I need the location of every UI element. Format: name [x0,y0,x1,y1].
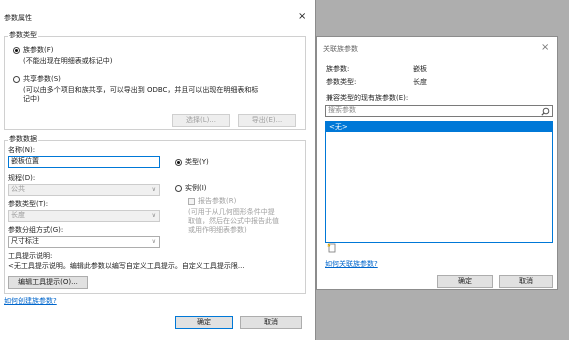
parameter-properties-dialog: 参数属性 × 参数类型 族参数(F) (不能出现在明细表或标记中) 共享参数(S… [0,0,316,340]
group-by-select[interactable]: 尺寸标注 ∨ [8,236,160,248]
how-to-associate-family-parameter-link[interactable]: 如何关联族参数? [325,260,378,269]
parameter-list-items: <无> [326,122,552,132]
tooltip-label: 工具提示说明: [8,252,53,260]
associate-family-parameter-dialog: 关联族参数 × 族参数: 嵌板 参数类型: 长度 兼容类型的现有族参数(E): … [316,36,558,290]
export-button[interactable]: 导出(E)... [238,114,296,127]
search-icon [541,107,550,116]
group-by-label: 参数分组方式(G): [8,226,64,234]
tooltip-value: <无工具提示说明。编辑此参数以编写自定义工具提示。自定义工具提示限... [8,262,245,270]
cancel-button[interactable]: 取消 [240,316,302,329]
family-parameter-radio[interactable] [13,47,20,54]
parameter-type-group-label: 参数类型 [8,31,38,40]
family-parameter-label: 族参数: [326,65,350,73]
parameter-list[interactable]: <无> [325,121,553,243]
report-parameter-checkbox[interactable] [188,198,195,205]
cancel-button[interactable]: 取消 [499,275,553,288]
close-icon[interactable]: × [541,43,549,53]
shared-parameter-desc-2: 记中) [23,95,40,103]
how-to-create-family-parameter-link[interactable]: 如何创建族参数? [4,297,57,306]
edit-tooltip-button[interactable]: 编辑工具提示(O)... [8,276,88,289]
dialog-title: 关联族参数 [323,45,358,53]
parameter-data-group-label: 参数数据 [8,135,38,144]
group-by-value: 尺寸标注 [11,237,39,245]
instance-radio-label: 实例(I) [185,184,207,192]
discipline-label: 规程(D): [8,174,36,182]
parameter-type-value: 长度 [413,78,427,86]
chevron-down-icon: ∨ [151,186,156,193]
dialog-title: 参数属性 [4,14,32,22]
parameter-type-value: 长度 [11,211,25,219]
ok-button[interactable]: 确定 [437,275,493,288]
name-label: 名称(N): [8,146,36,154]
list-item[interactable]: <无> [326,122,552,132]
parameter-type-select[interactable]: 长度 ∨ [8,210,160,222]
parameter-type-label: 参数类型: [326,78,357,86]
report-parameter-label: 报告参数(R) [198,197,237,205]
compatible-parameters-label: 兼容类型的现有族参数(E): [326,94,409,102]
discipline-value: 公共 [11,185,25,193]
report-desc-1: (可用于从几何图形条件中提 [188,208,275,216]
type-radio-label: 类型(Y) [185,158,209,166]
discipline-select[interactable]: 公共 ∨ [8,184,160,196]
close-icon[interactable]: × [298,12,306,22]
shared-parameter-radio[interactable] [13,76,20,83]
name-field[interactable]: 嵌板位置 [8,156,160,168]
search-placeholder: 搜索参数 [328,106,356,114]
chevron-down-icon: ∨ [151,238,156,245]
ok-button[interactable]: 确定 [175,316,233,329]
type-radio[interactable] [175,159,182,166]
family-parameter-desc: (不能出现在明细表或标记中) [23,57,113,65]
search-input[interactable]: 搜索参数 [325,105,553,117]
new-parameter-icon[interactable] [327,243,337,253]
family-parameter-label: 族参数(F) [23,46,54,54]
shared-parameter-desc: (可以由多个项目和族共享，可以导出到 ODBC，并且可以出现在明细表和标 [23,86,259,94]
select-button[interactable]: 选择(L)... [172,114,230,127]
report-desc-3: 或用作明细表参数) [188,226,247,234]
parameter-type-label: 参数类型(T): [8,200,49,208]
family-parameter-value: 嵌板 [413,65,427,73]
chevron-down-icon: ∨ [151,212,156,219]
report-desc-2: 取值，然后在公式中报告此值 [188,217,279,225]
instance-radio[interactable] [175,185,182,192]
shared-parameter-label: 共享参数(S) [23,75,61,83]
